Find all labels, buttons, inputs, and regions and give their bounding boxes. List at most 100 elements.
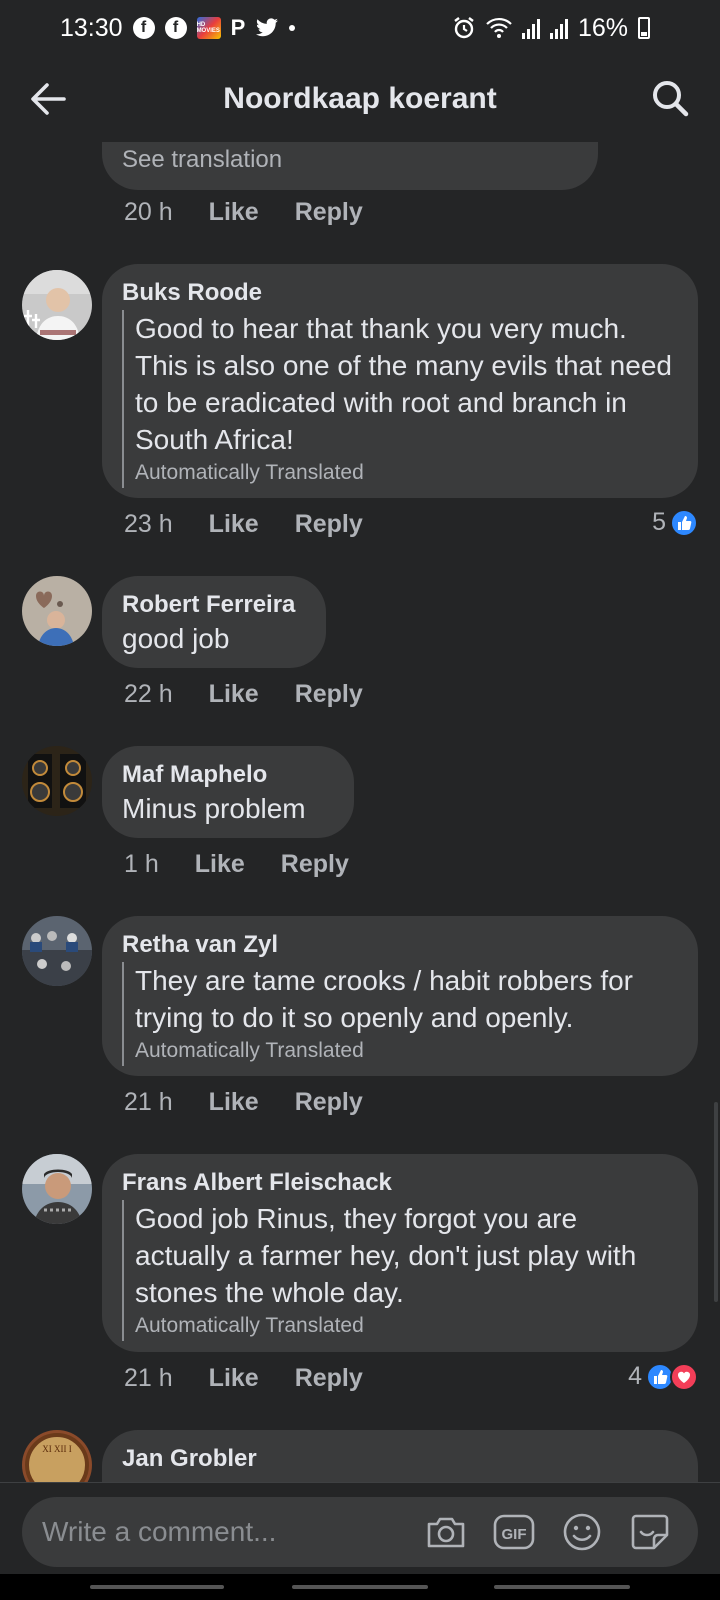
alarm-icon [452, 16, 476, 40]
avatar[interactable] [22, 1154, 92, 1224]
comment-author[interactable]: Maf Maphelo [122, 760, 334, 790]
avatar[interactable] [22, 746, 92, 816]
comment-text: Good job Rinus, they forgot you are actu… [135, 1203, 637, 1308]
emoji-icon [563, 1513, 601, 1551]
status-left: 13:30 f f HD MOVIES P [60, 13, 296, 43]
like-button[interactable]: Like [209, 198, 259, 227]
battery-percent: 16% [577, 13, 628, 42]
avatar[interactable] [22, 916, 92, 986]
like-button[interactable]: Like [209, 1088, 259, 1117]
app-header: Noordkaap koerant [0, 56, 720, 142]
recents-button[interactable] [90, 1585, 224, 1589]
translated-block: Good to hear that thank you very much. T… [122, 310, 678, 488]
page-title: Noordkaap koerant [223, 82, 497, 115]
back-nav-button[interactable] [494, 1585, 630, 1589]
comment-time: 20 h [124, 198, 173, 226]
comment-author[interactable]: Buks Roode [122, 278, 678, 308]
like-button[interactable]: Like [209, 1364, 259, 1393]
status-time: 13:30 [60, 13, 123, 42]
comment-author[interactable]: Frans Albert Fleischack [122, 1168, 678, 1198]
reply-button[interactable]: Reply [281, 850, 349, 879]
comment-actions: 21 h Like Reply [124, 1088, 363, 1117]
wifi-icon [486, 17, 512, 39]
reply-button[interactable]: Reply [295, 198, 363, 227]
back-button[interactable] [26, 76, 72, 122]
search-button[interactable] [648, 76, 694, 122]
signal-icon [549, 17, 568, 39]
comment-bubble[interactable]: See translation [102, 142, 598, 190]
avatar[interactable]: XI XII I [22, 1430, 92, 1482]
sticker-button[interactable] [628, 1510, 672, 1554]
comment-bubble[interactable]: Buks Roode Good to hear that thank you v… [102, 264, 698, 498]
movies-badge-label: HD MOVIES [196, 22, 220, 34]
comment-actions: 1 h Like Reply [124, 850, 349, 879]
auto-translated-label: Automatically Translated [135, 1314, 364, 1337]
search-icon [653, 81, 689, 117]
comment-bubble[interactable]: Maf Maphelo Minus problem [102, 746, 354, 838]
comment-composer: GIF [0, 1482, 720, 1574]
facebook-icon: f [132, 17, 155, 39]
facebook-icon: f [164, 17, 187, 39]
comment-bubble[interactable]: Jan Grobler [102, 1430, 698, 1482]
comment-author[interactable]: Retha van Zyl [122, 930, 678, 960]
comment-text: good job [122, 623, 230, 654]
comment-actions: 22 h Like Reply [124, 680, 363, 709]
camera-button[interactable] [424, 1510, 468, 1554]
comment-time: 21 h [124, 1088, 173, 1116]
reply-button[interactable]: Reply [295, 510, 363, 539]
translated-block: Good job Rinus, they forgot you are actu… [122, 1200, 678, 1341]
pinterest-icon: P [230, 15, 246, 40]
avatar[interactable] [22, 270, 92, 340]
scrollbar[interactable] [714, 1102, 718, 1302]
comment-time: 22 h [124, 680, 173, 708]
like-button[interactable]: Like [195, 850, 245, 879]
like-button[interactable]: Like [209, 510, 259, 539]
sticker-icon [631, 1514, 669, 1550]
reply-button[interactable]: Reply [295, 1088, 363, 1117]
gif-icon: GIF [493, 1514, 535, 1550]
reaction-count: 4 [628, 1362, 642, 1390]
comment-text: They are tame crooks / habit robbers for… [135, 965, 633, 1033]
comment-time: 21 h [124, 1364, 173, 1392]
avatar[interactable] [22, 576, 92, 646]
see-translation-link[interactable]: See translation [122, 146, 282, 173]
reaction-summary[interactable]: 5 [652, 508, 698, 537]
comment-text: Minus problem [122, 793, 306, 824]
like-button[interactable]: Like [209, 680, 259, 709]
reaction-summary[interactable]: 4 [628, 1362, 698, 1391]
arrow-left-icon [31, 83, 66, 115]
gif-button[interactable]: GIF [492, 1510, 536, 1554]
status-bar: 13:30 f f HD MOVIES P 16% [0, 0, 720, 56]
thumbs-up-icon [670, 508, 698, 537]
comments-list: See translation 20 h Like Reply Buks Roo… [0, 142, 720, 1482]
twitter-icon [255, 17, 279, 39]
comment-bubble[interactable]: Retha van Zyl They are tame crooks / hab… [102, 916, 698, 1076]
svg-text:XI XII I: XI XII I [42, 1444, 72, 1454]
comment-text: Good to hear that thank you very much. T… [135, 313, 672, 455]
comment-author[interactable]: Robert Ferreira [122, 590, 306, 620]
movies-app-icon: HD MOVIES [196, 17, 221, 39]
comment-actions: 21 h Like Reply [124, 1364, 363, 1393]
signal-icon [521, 17, 540, 39]
comment-time: 23 h [124, 510, 173, 538]
comment-bubble[interactable]: Robert Ferreira good job [102, 576, 326, 668]
camera-icon [427, 1517, 465, 1548]
reaction-count: 5 [652, 508, 666, 536]
reply-button[interactable]: Reply [295, 1364, 363, 1393]
gif-label: GIF [502, 1526, 527, 1543]
emoji-button[interactable] [560, 1510, 604, 1554]
comment-author[interactable]: Jan Grobler [122, 1444, 678, 1474]
status-right: 16% [452, 14, 650, 43]
comment-bubble[interactable]: Frans Albert Fleischack Good job Rinus, … [102, 1154, 698, 1352]
home-button[interactable] [292, 1585, 428, 1589]
comment-actions: 23 h Like Reply [124, 510, 363, 539]
comment-time: 1 h [124, 850, 159, 878]
comment-input[interactable] [42, 1497, 402, 1567]
reply-button[interactable]: Reply [295, 680, 363, 709]
heart-icon [670, 1362, 698, 1391]
composer-box: GIF [22, 1497, 698, 1567]
battery-icon [638, 17, 650, 39]
auto-translated-label: Automatically Translated [135, 1039, 364, 1062]
auto-translated-label: Automatically Translated [135, 461, 364, 484]
system-nav-bar [0, 1574, 720, 1600]
